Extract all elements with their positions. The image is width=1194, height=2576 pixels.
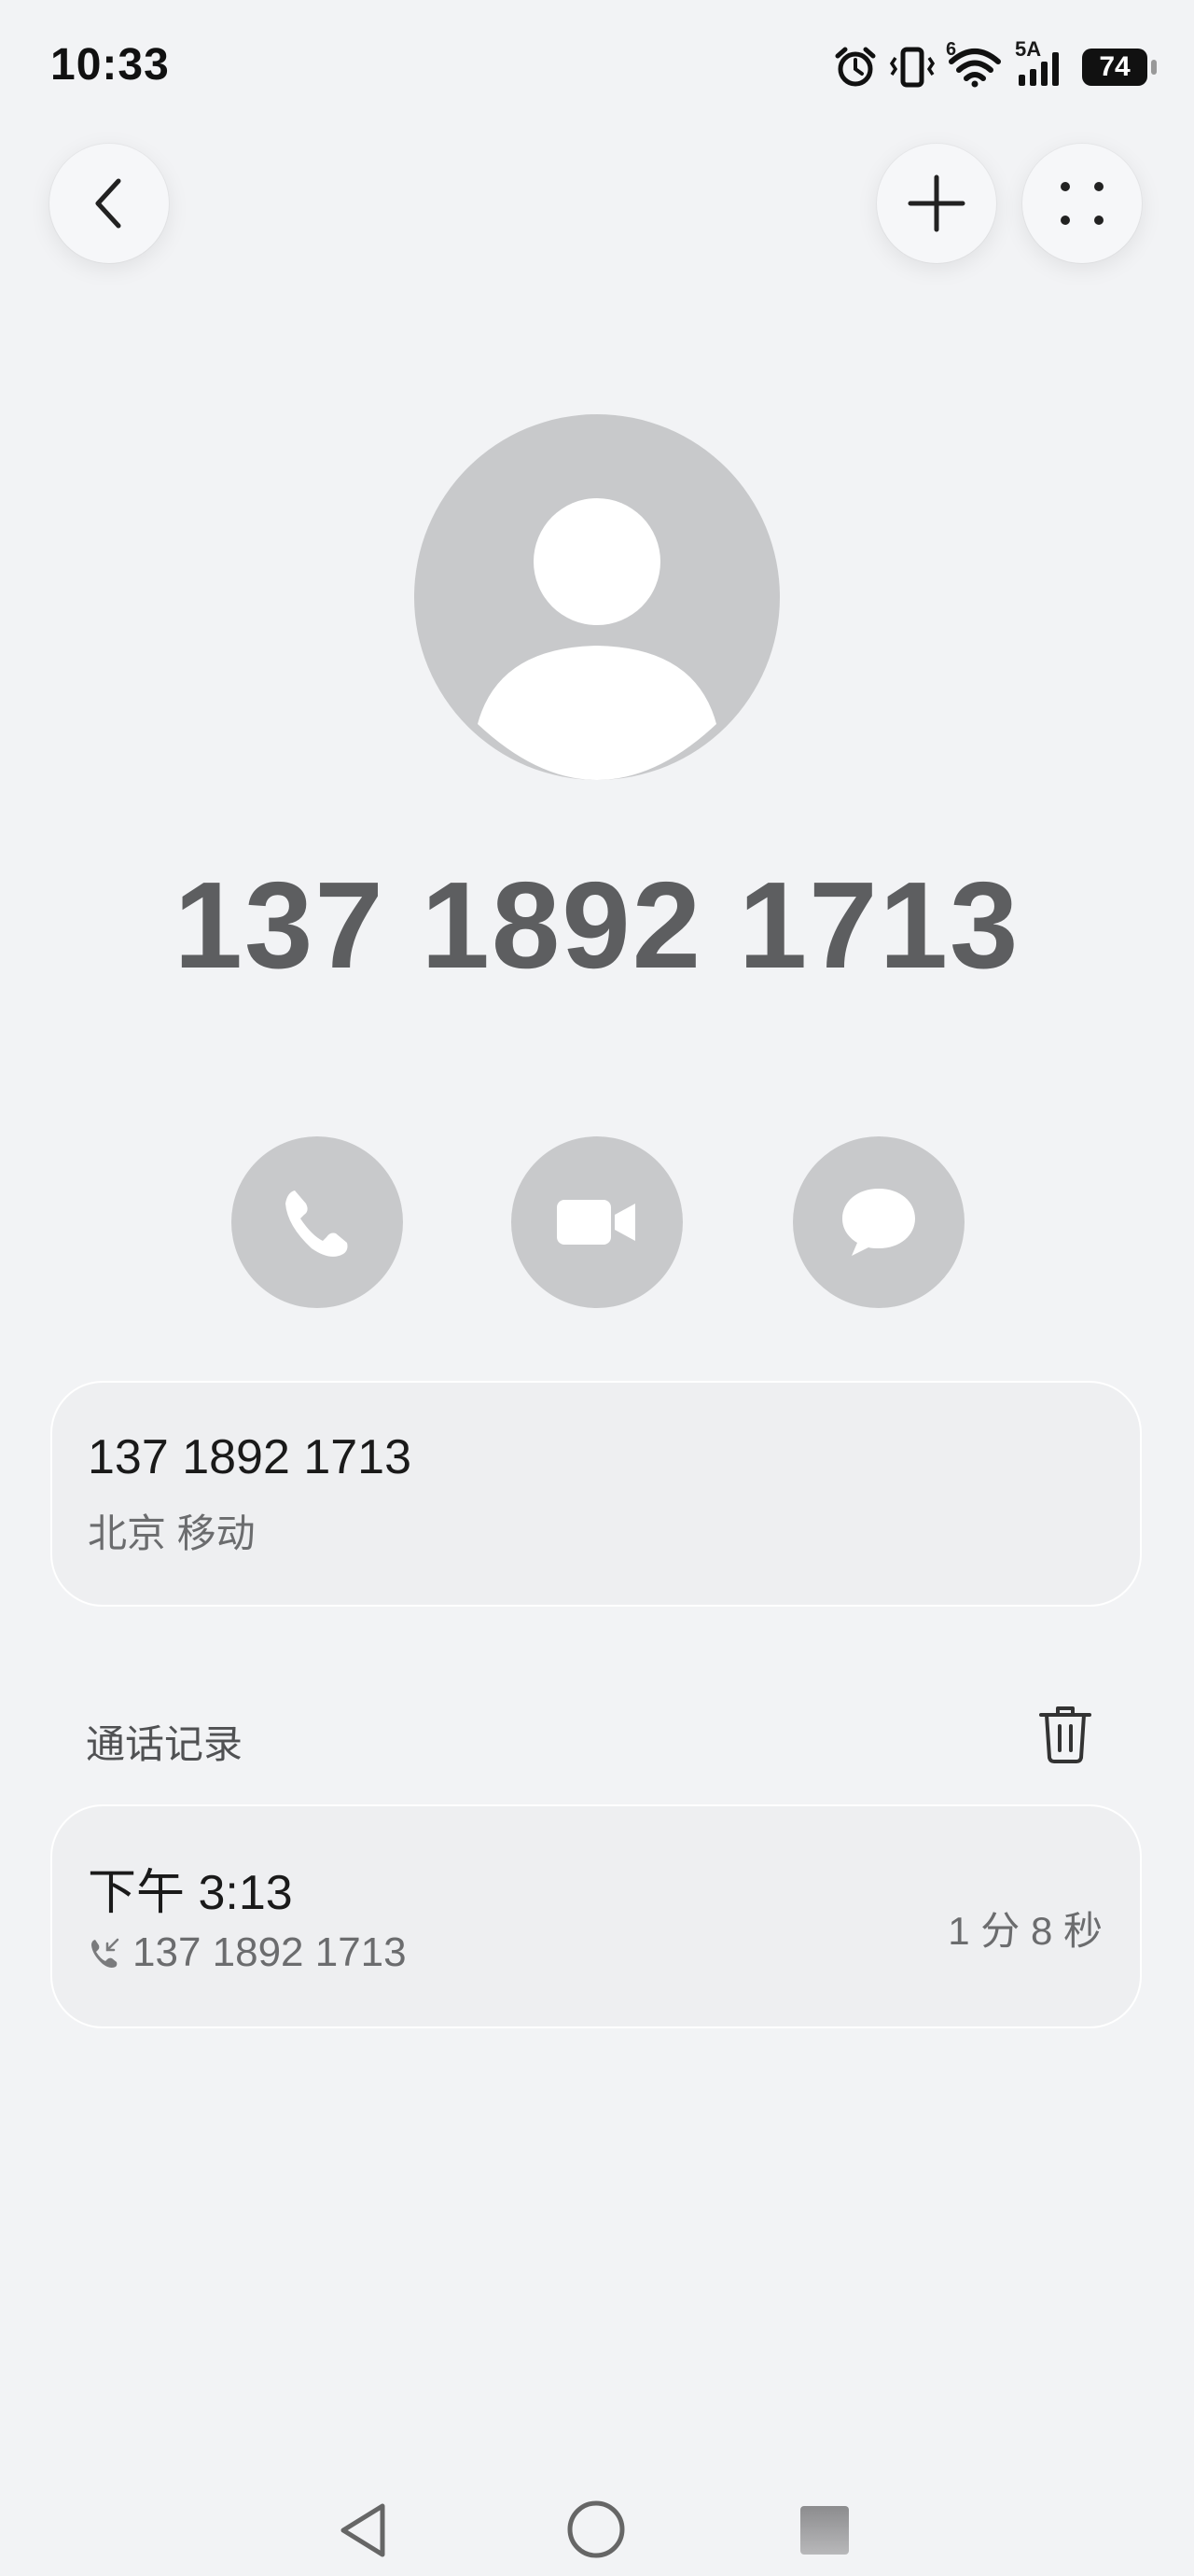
cell-signal-indicator: 5A xyxy=(1015,37,1069,88)
call-button[interactable] xyxy=(231,1136,403,1308)
nav-recent-button[interactable] xyxy=(798,2504,851,2561)
call-number: 137 1892 1713 xyxy=(132,1929,407,1975)
call-duration: 1 分 8 秒 xyxy=(948,1909,1103,1953)
plus-icon xyxy=(908,174,965,232)
call-log-title: 通话记录 xyxy=(86,1722,243,1766)
nav-back-button[interactable] xyxy=(336,2500,392,2565)
video-call-button[interactable] xyxy=(511,1136,683,1308)
info-number: 137 1892 1713 xyxy=(88,1430,412,1484)
person-icon xyxy=(478,498,716,780)
call-log-entry[interactable]: 下午 3:13 137 1892 1713 1 分 8 秒 xyxy=(50,1804,1142,2028)
nav-home-button[interactable] xyxy=(565,2499,627,2565)
wifi-indicator: 6 xyxy=(946,39,1002,88)
wifi-label: 6 xyxy=(946,39,957,60)
chat-bubble-icon xyxy=(842,1189,915,1256)
more-options-button[interactable] xyxy=(1022,144,1142,263)
trash-icon xyxy=(1039,1706,1091,1763)
battery-icon: 74 xyxy=(1082,49,1157,86)
four-dots-icon xyxy=(1061,182,1104,225)
number-info-card[interactable]: 137 1892 1713 北京 移动 xyxy=(50,1381,1142,1607)
status-icons: 6 5A 74 xyxy=(834,37,1157,88)
contact-avatar xyxy=(414,414,780,780)
call-time: 下午 3:13 xyxy=(88,1866,293,1920)
delete-call-log-button[interactable] xyxy=(1037,1704,1093,1770)
vibrate-icon xyxy=(890,47,935,88)
phone-icon xyxy=(285,1191,348,1257)
alarm-icon xyxy=(835,47,876,87)
add-contact-button[interactable] xyxy=(877,144,996,263)
square-recent-icon xyxy=(800,2506,849,2555)
triangle-back-icon xyxy=(340,2503,385,2557)
video-camera-icon xyxy=(557,1200,635,1245)
number-location: 北京 移动 xyxy=(88,1511,256,1555)
status-time: 10:33 xyxy=(50,40,170,90)
incoming-call-icon xyxy=(91,1938,119,1968)
contact-number: 137 1892 1713 xyxy=(174,856,1020,994)
chevron-left-icon xyxy=(95,178,121,229)
circle-home-icon xyxy=(567,2500,625,2558)
call-number-row: 137 1892 1713 xyxy=(88,1929,407,1976)
battery-level: 74 xyxy=(1099,51,1131,82)
message-button[interactable] xyxy=(793,1136,965,1308)
back-button[interactable] xyxy=(49,144,169,263)
signal-label: 5A xyxy=(1015,37,1042,61)
